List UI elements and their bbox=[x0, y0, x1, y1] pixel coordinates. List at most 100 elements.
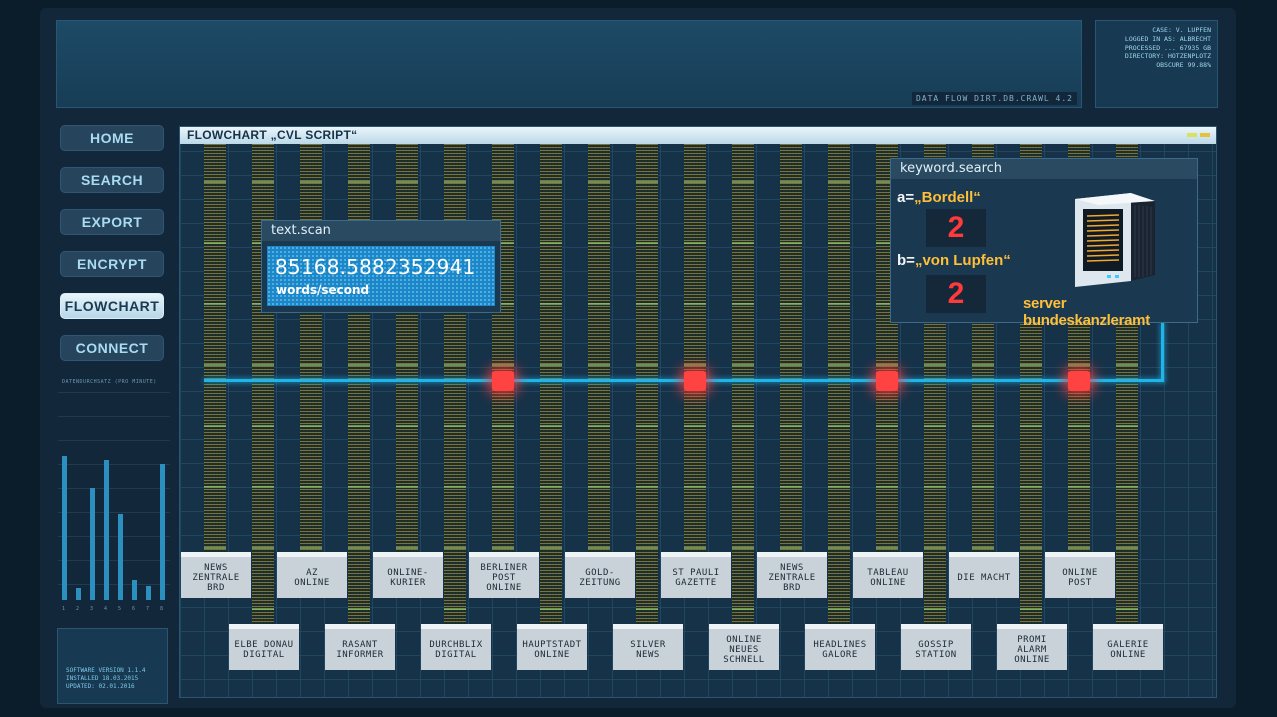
source-node-top[interactable]: DIE MACHT bbox=[949, 552, 1019, 598]
version-info-box: SOFTWARE VERSION 1.1.4 INSTALLED 18.03.2… bbox=[57, 628, 168, 704]
source-node-bottom[interactable]: GALERIE ONLINE bbox=[1093, 624, 1163, 670]
source-node-bottom[interactable]: ONLINE NEUES SCHNELL bbox=[709, 624, 779, 670]
directory-line: DIRECTORY: HOTZENPLOTZ bbox=[1124, 52, 1211, 61]
source-node-top[interactable]: ONLINE POST bbox=[1045, 552, 1115, 598]
source-node-top[interactable]: AZ ONLINE bbox=[277, 552, 347, 598]
text-scan-panel: text.scan 85168.5882352941 words/second bbox=[261, 220, 501, 313]
source-node-bottom[interactable]: GOSSIP STATION bbox=[901, 624, 971, 670]
source-node-top[interactable]: NEWS ZENTRALE BRD bbox=[181, 552, 251, 598]
chart-tick-label: 1 bbox=[62, 606, 66, 612]
chart-gridline bbox=[58, 584, 170, 585]
flow-node bbox=[876, 371, 898, 391]
text-stream-column bbox=[492, 144, 514, 564]
source-node-bottom[interactable]: HEADLINES GALORE bbox=[805, 624, 875, 670]
text-stream-column bbox=[780, 144, 802, 564]
source-node-top[interactable]: TABLEAU ONLINE bbox=[853, 552, 923, 598]
chart-bar bbox=[160, 464, 165, 600]
dataflow-label: DATA FLOW DIRT.DB.CRAWL 4.2 bbox=[911, 92, 1077, 105]
keyword-b-prefix: b= bbox=[897, 252, 915, 269]
chart-gridline bbox=[58, 440, 170, 441]
chart-tick-label: 3 bbox=[90, 606, 94, 612]
flow-node bbox=[1068, 371, 1090, 391]
throughput-chart-caption: DATENDURCHSATZ (PRO MINUTE) bbox=[62, 379, 157, 385]
text-stream-column bbox=[252, 144, 274, 644]
chart-gridline bbox=[58, 560, 170, 561]
text-stream-column bbox=[684, 144, 706, 564]
text-stream-column bbox=[396, 144, 418, 564]
text-stream-column bbox=[300, 144, 322, 564]
case-info-box: CASE: V. LUPFEN LOGGED IN AS: ALBRECHT P… bbox=[1095, 20, 1218, 108]
source-node-bottom[interactable]: ELBE DONAU DIGITAL bbox=[229, 624, 299, 670]
source-node-bottom[interactable]: HAUPTSTADT ONLINE bbox=[517, 624, 587, 670]
text-stream-column bbox=[732, 144, 754, 644]
chart-gridline bbox=[58, 512, 170, 513]
text-stream-column bbox=[348, 144, 370, 644]
chart-bar bbox=[76, 588, 81, 600]
nav-home-button[interactable]: HOME bbox=[60, 125, 164, 151]
keyword-a-label: a=„Bordell“ bbox=[897, 189, 981, 206]
chart-tick-label: 8 bbox=[160, 606, 164, 612]
chart-gridline bbox=[58, 416, 170, 417]
scan-rate-unit: words/second bbox=[276, 283, 370, 297]
updated-date: UPDATED: 02.01.2016 bbox=[66, 683, 135, 690]
nav-connect-button[interactable]: CONNECT bbox=[60, 335, 164, 361]
window-minimize-control[interactable] bbox=[1187, 133, 1197, 137]
text-stream-column bbox=[636, 144, 658, 644]
obscure-line: OBSCURE 99.88% bbox=[1156, 61, 1211, 70]
server-icon bbox=[1075, 193, 1155, 287]
header-bar: DATA FLOW DIRT.DB.CRAWL 4.2 bbox=[56, 20, 1082, 108]
chart-bar bbox=[62, 456, 67, 600]
flow-node bbox=[492, 371, 514, 391]
user-line: LOGGED IN AS: ALBRECHT bbox=[1124, 34, 1211, 43]
text-stream-column bbox=[444, 144, 466, 644]
window-maximize-control[interactable] bbox=[1200, 133, 1210, 137]
keyword-search-title: keyword.search bbox=[891, 159, 1197, 179]
chart-bar bbox=[118, 514, 123, 600]
text-stream-column bbox=[828, 144, 850, 644]
keyword-b-count: 2 bbox=[926, 275, 986, 313]
data-flow-riser bbox=[1161, 322, 1164, 382]
source-node-bottom[interactable]: RASANT INFORMER bbox=[325, 624, 395, 670]
chart-bar bbox=[146, 586, 151, 600]
server-name: server bundeskanzleramt bbox=[1023, 295, 1150, 329]
chart-gridline bbox=[58, 464, 170, 465]
keyword-a-term: „Bordell“ bbox=[914, 189, 981, 206]
chart-tick-label: 2 bbox=[76, 606, 80, 612]
nav-export-button[interactable]: EXPORT bbox=[60, 209, 164, 235]
keyword-a-count: 2 bbox=[926, 209, 986, 247]
nav-flowchart-button[interactable]: FLOWCHART bbox=[60, 293, 164, 319]
keyword-b-label: b=„von Lupfen“ bbox=[897, 252, 1011, 269]
nav-search-button[interactable]: SEARCH bbox=[60, 167, 164, 193]
source-node-top[interactable]: GOLD- ZEITUNG bbox=[565, 552, 635, 598]
chart-tick-label: 4 bbox=[104, 606, 108, 612]
source-node-bottom[interactable]: PROMI ALARM ONLINE bbox=[997, 624, 1067, 670]
chart-tick-label: 7 bbox=[146, 606, 150, 612]
text-stream-column bbox=[540, 144, 562, 644]
source-node-bottom[interactable]: SILVER NEWS bbox=[613, 624, 683, 670]
text-stream-column bbox=[588, 144, 610, 564]
source-node-top[interactable]: ST PAULI GAZETTE bbox=[661, 552, 731, 598]
chart-gridline bbox=[58, 392, 170, 393]
processed-line: PROCESSED ... 67935 GB bbox=[1124, 43, 1211, 52]
chart-tick-label: 5 bbox=[118, 606, 122, 612]
chart-bar bbox=[104, 460, 109, 600]
throughput-chart: 1 2 3 4 5 6 7 8 bbox=[58, 392, 170, 614]
source-node-top[interactable]: BERLINER POST ONLINE bbox=[469, 552, 539, 598]
keyword-b-term: „von Lupfen“ bbox=[914, 252, 1011, 269]
keyword-search-panel: keyword.search a=„Bordell“ 2 b=„von Lupf… bbox=[890, 158, 1198, 329]
chart-gridline bbox=[58, 536, 170, 537]
software-version: SOFTWARE VERSION 1.1.4 bbox=[66, 667, 146, 674]
installed-date: INSTALLED 18.03.2015 bbox=[66, 675, 139, 682]
text-scan-title: text.scan bbox=[262, 221, 500, 241]
scan-rate-value: 85168.5882352941 bbox=[275, 255, 476, 279]
chart-tick-label: 6 bbox=[132, 606, 136, 612]
nav-encrypt-button[interactable]: ENCRYPT bbox=[60, 251, 164, 277]
chart-gridline bbox=[58, 488, 170, 489]
keyword-a-prefix: a= bbox=[897, 189, 915, 206]
chart-bar bbox=[90, 488, 95, 600]
source-node-top[interactable]: NEWS ZENTRALE BRD bbox=[757, 552, 827, 598]
source-node-bottom[interactable]: DURCHBLIX DIGITAL bbox=[421, 624, 491, 670]
scan-readout: 85168.5882352941 words/second bbox=[267, 246, 495, 306]
source-node-top[interactable]: ONLINE- KURIER bbox=[373, 552, 443, 598]
text-stream-column bbox=[204, 144, 226, 564]
